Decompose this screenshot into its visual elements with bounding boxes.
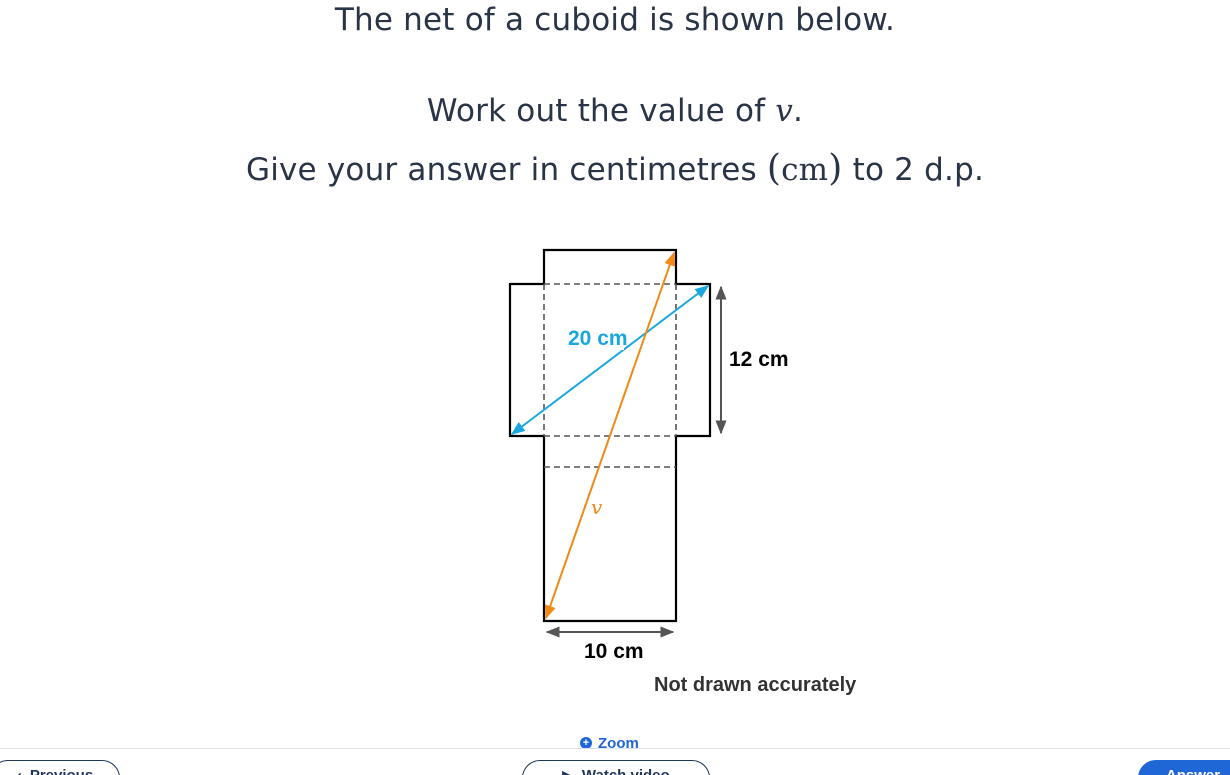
label-10cm: 10 cm xyxy=(584,640,644,663)
diagonal-20cm xyxy=(510,285,710,435)
question-page: The net of a cuboid is shown below. Work… xyxy=(0,0,1230,775)
previous-button[interactable]: ‹ Previous xyxy=(0,760,120,775)
chevron-left-icon: ‹ xyxy=(17,767,22,775)
watch-video-label: Watch video xyxy=(582,767,670,775)
watch-video-button[interactable]: ▶ Watch video xyxy=(522,760,710,775)
label-20cm: 20 cm xyxy=(568,327,628,350)
label-12cm: 12 cm xyxy=(729,348,789,371)
answer-label: Answer xyxy=(1166,767,1220,775)
cuboid-net-diagram: 20 cm v 12 cm 10 cm Not drawn accurately xyxy=(508,248,857,696)
video-icon: ▶ xyxy=(562,767,574,775)
previous-label: Previous xyxy=(30,767,93,775)
label-v: v xyxy=(591,495,603,519)
fold-lines xyxy=(543,283,677,468)
not-drawn-accurately-note: Not drawn accurately xyxy=(654,674,857,696)
answer-button[interactable]: Answer xyxy=(1138,760,1230,775)
